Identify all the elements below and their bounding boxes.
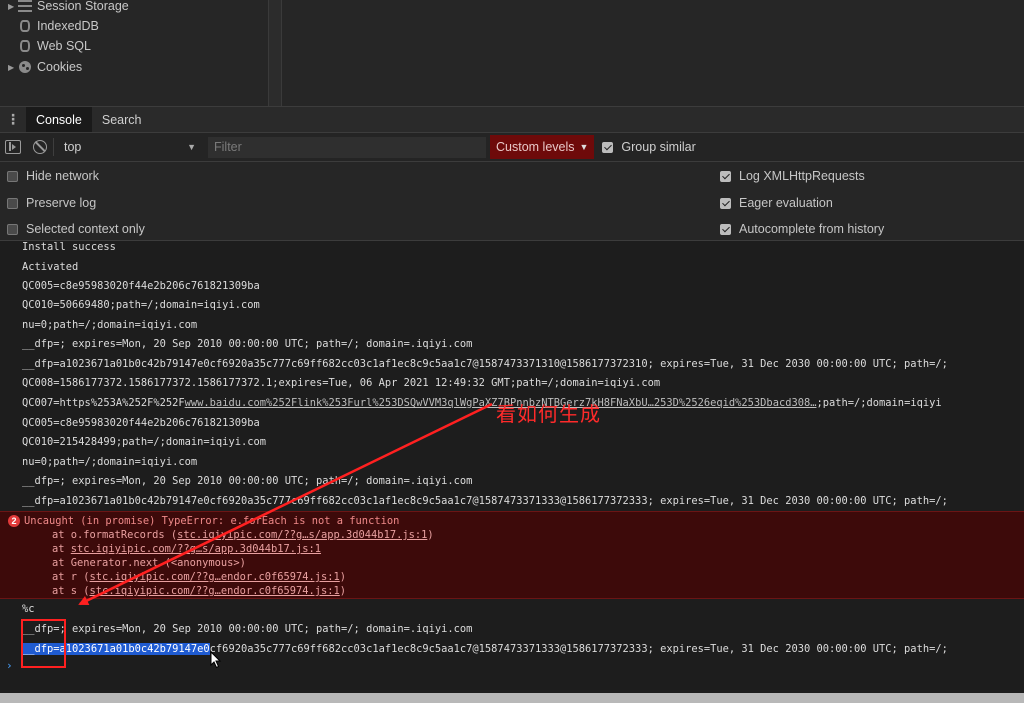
console-message[interactable]: __dfp=; expires=Mon, 20 Sep 2010 00:00:0… — [22, 621, 472, 637]
setting-hide-network[interactable]: Hide network — [7, 167, 99, 185]
console-toolbar: top ▼ Custom levels ▼ Group similar — [0, 133, 1024, 162]
tab-console[interactable]: Console — [26, 107, 92, 132]
filter-input[interactable] — [208, 136, 486, 158]
message-text: cf6920a35c777c69ff682cc03c1af1ec8c9c5aa1… — [209, 643, 948, 655]
console-message[interactable]: nu=0;path=/;domain=iqiyi.com — [22, 317, 197, 333]
stack-frame: at Generator.next (<anonymous>) — [52, 557, 246, 569]
annotation-highlight-box — [21, 619, 66, 668]
context-selector[interactable]: top ▼ — [60, 136, 200, 158]
table-grid-icon — [18, 0, 32, 12]
group-similar-option[interactable]: Group similar — [602, 140, 696, 154]
setting-selected-context-only[interactable]: Selected context only — [7, 220, 145, 238]
message-text: ;path=/;domain=iqiyi — [816, 397, 942, 409]
drawer-tab-strip: ⋮ Console Search — [0, 106, 1024, 133]
dropdown-caret-icon: ▼ — [187, 142, 196, 152]
custom-levels-label: Custom levels — [496, 140, 575, 154]
custom-levels-dropdown[interactable]: Custom levels ▼ — [490, 135, 595, 159]
tree-item-label: IndexedDB — [37, 19, 99, 33]
source-link[interactable]: stc.iqiyipic.com/??g…endor.c0f65974.js:1 — [90, 571, 340, 583]
tab-search[interactable]: Search — [92, 107, 152, 132]
console-message[interactable]: QC008=1586177372.1586177372.1586177372.1… — [22, 375, 660, 391]
console-prompt[interactable]: › — [6, 659, 13, 672]
more-tools-menu-icon[interactable]: ⋮ — [0, 107, 26, 132]
console-messages[interactable]: Install success Activated QC005=c8e95983… — [0, 241, 1024, 693]
stack-frame: at r (stc.iqiyipic.com/??g…endor.c0f6597… — [52, 571, 347, 583]
setting-label: Selected context only — [26, 222, 145, 236]
window-bottom-edge — [0, 693, 1024, 703]
tree-item-label: Web SQL — [37, 39, 91, 53]
setting-log-xmlhttprequests[interactable]: Log XMLHttpRequests — [720, 167, 865, 185]
mouse-cursor-icon — [210, 651, 222, 669]
error-text: Uncaught (in promise) TypeError: e.forEa… — [24, 515, 400, 527]
setting-label: Log XMLHttpRequests — [739, 169, 865, 183]
setting-preserve-log[interactable]: Preserve log — [7, 194, 96, 212]
tree-item-session-storage[interactable]: ▶ Session Storage — [8, 0, 129, 16]
show-sidebar-icon[interactable] — [5, 140, 21, 154]
source-link[interactable]: stc.iqiyipic.com/??g…s/app.3d044b17.js:1 — [177, 529, 427, 541]
eager-evaluation-checkbox[interactable] — [720, 197, 731, 209]
console-message[interactable]: QC005=c8e95983020f44e2b206c761821309ba — [22, 278, 260, 294]
autocomplete-from-history-checkbox[interactable] — [720, 223, 731, 235]
console-message[interactable]: QC010=215428499;path=/;domain=iqiyi.com — [22, 434, 266, 450]
setting-label: Eager evaluation — [739, 196, 833, 210]
storage-tree: ▶ Session Storage ▶ IndexedDB ▶ Web SQL … — [0, 0, 268, 106]
group-similar-checkbox[interactable] — [602, 141, 614, 153]
error-message[interactable]: 2 Uncaught (in promise) TypeError: e.for… — [0, 511, 1024, 599]
setting-label: Preserve log — [26, 196, 97, 210]
console-message[interactable]: __dfp=; expires=Mon, 20 Sep 2010 00:00:0… — [22, 473, 472, 489]
console-message[interactable]: Install success — [22, 241, 116, 255]
preserve-log-checkbox[interactable] — [7, 197, 18, 209]
setting-label: Autocomplete from history — [739, 222, 885, 236]
console-message[interactable]: QC010=50669480;path=/;domain=iqiyi.com — [22, 297, 260, 313]
console-message-qc007[interactable]: QC007=https%253A%252F%252Fwww.baidu.com%… — [22, 395, 942, 411]
stack-frame: at o.formatRecords (stc.iqiyipic.com/??g… — [52, 529, 434, 541]
stack-frame: at s (stc.iqiyipic.com/??g…endor.c0f6597… — [52, 585, 347, 597]
group-similar-label: Group similar — [621, 140, 696, 154]
tree-item-label: Cookies — [37, 60, 83, 74]
source-link[interactable]: stc.iqiyipic.com/??g…s/app.3d044b17.js:1 — [71, 543, 321, 555]
message-text: QC007=https%253A%252F%252F — [22, 397, 185, 409]
dropdown-caret-icon: ▼ — [579, 142, 589, 152]
console-message[interactable]: __dfp=; expires=Mon, 20 Sep 2010 00:00:0… — [22, 336, 472, 352]
console-settings-panel: Hide network Preserve log Selected conte… — [0, 162, 1024, 241]
log-xmlhttprequests-checkbox[interactable] — [720, 170, 731, 182]
clear-console-icon[interactable] — [33, 140, 47, 154]
console-message[interactable]: Activated — [22, 259, 78, 275]
error-count-icon: 2 — [8, 515, 20, 527]
setting-label: Hide network — [26, 169, 99, 183]
console-message[interactable]: %c — [22, 601, 35, 617]
console-message[interactable]: QC005=c8e95983020f44e2b206c761821309ba — [22, 415, 260, 431]
tree-item-indexeddb[interactable]: ▶ IndexedDB — [8, 16, 99, 36]
application-storage-panel: ▶ Session Storage ▶ IndexedDB ▶ Web SQL … — [0, 0, 1024, 106]
source-link[interactable]: stc.iqiyipic.com/??g…endor.c0f65974.js:1 — [90, 585, 340, 597]
context-value: top — [64, 140, 82, 154]
console-message[interactable]: __dfp=a1023671a01b0c42b79147e0cf6920a35c… — [22, 356, 948, 372]
tree-item-label: Session Storage — [37, 0, 129, 13]
console-message[interactable]: nu=0;path=/;domain=iqiyi.com — [22, 454, 197, 470]
selected-context-only-checkbox[interactable] — [7, 223, 18, 235]
database-icon — [20, 40, 30, 52]
panel-splitter[interactable] — [268, 0, 282, 106]
database-icon — [20, 20, 30, 32]
setting-autocomplete-from-history[interactable]: Autocomplete from history — [720, 220, 884, 238]
annotation-text: 看如何生成 — [496, 402, 601, 426]
console-message[interactable]: __dfp=a1023671a01b0c42b79147e0cf6920a35c… — [22, 493, 948, 509]
tree-item-web-sql[interactable]: ▶ Web SQL — [8, 36, 91, 56]
setting-eager-evaluation[interactable]: Eager evaluation — [720, 194, 833, 212]
stack-frame: at stc.iqiyipic.com/??g…s/app.3d044b17.j… — [52, 543, 322, 555]
console-message-selected[interactable]: __dfp=a1023671a01b0c42b79147e0cf6920a35c… — [22, 641, 948, 658]
cookie-icon — [19, 61, 31, 73]
toolbar-divider — [53, 138, 54, 156]
hide-network-checkbox[interactable] — [7, 170, 18, 182]
tree-item-cookies[interactable]: ▶ Cookies — [8, 57, 82, 77]
expand-arrow-icon[interactable]: ▶ — [8, 63, 18, 72]
expand-arrow-icon[interactable]: ▶ — [8, 2, 18, 11]
